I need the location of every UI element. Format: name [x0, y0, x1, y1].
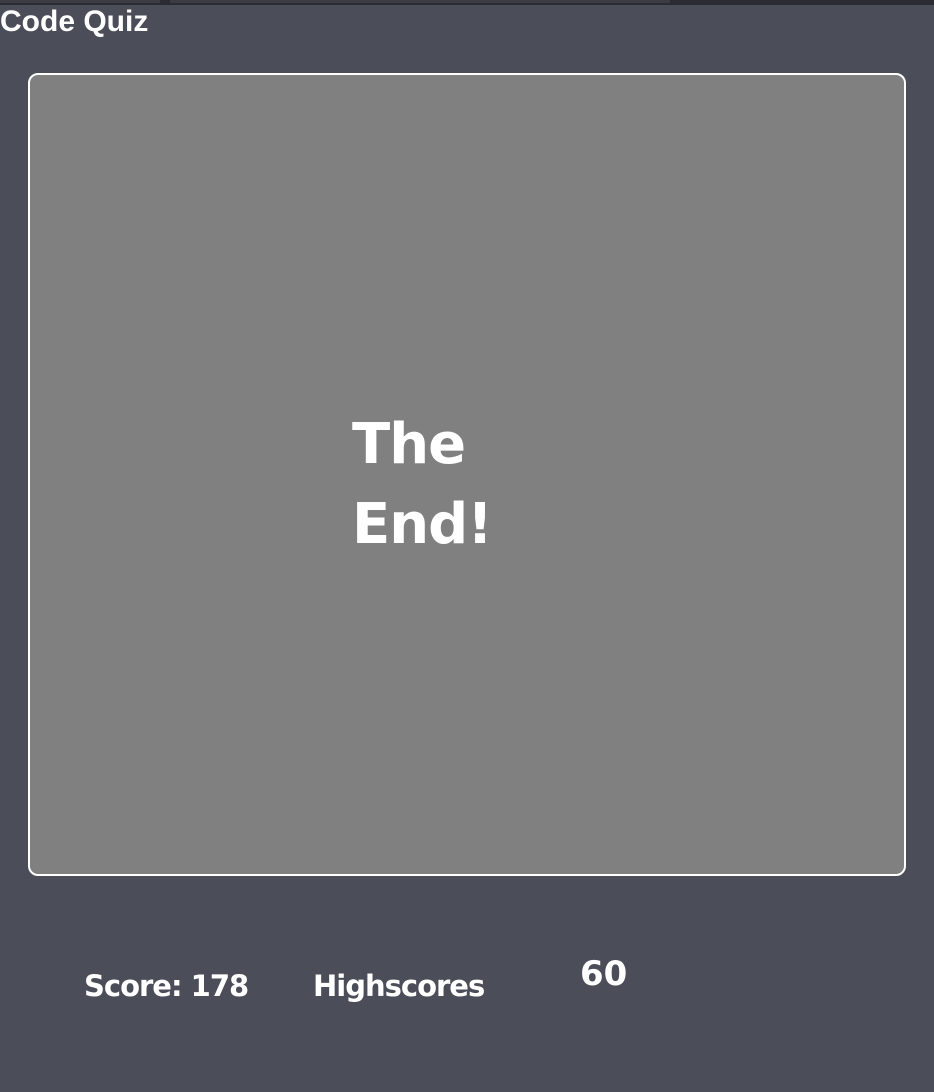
timer-value: 60: [580, 954, 628, 994]
quiz-card: The End!: [28, 73, 906, 876]
end-message: The End!: [352, 412, 493, 557]
app-title: Code Quiz: [0, 5, 149, 38]
score-label: Score: 178: [84, 969, 249, 1003]
top-strip-segment: [170, 0, 670, 3]
highscores-link[interactable]: Highscores: [313, 968, 485, 1004]
